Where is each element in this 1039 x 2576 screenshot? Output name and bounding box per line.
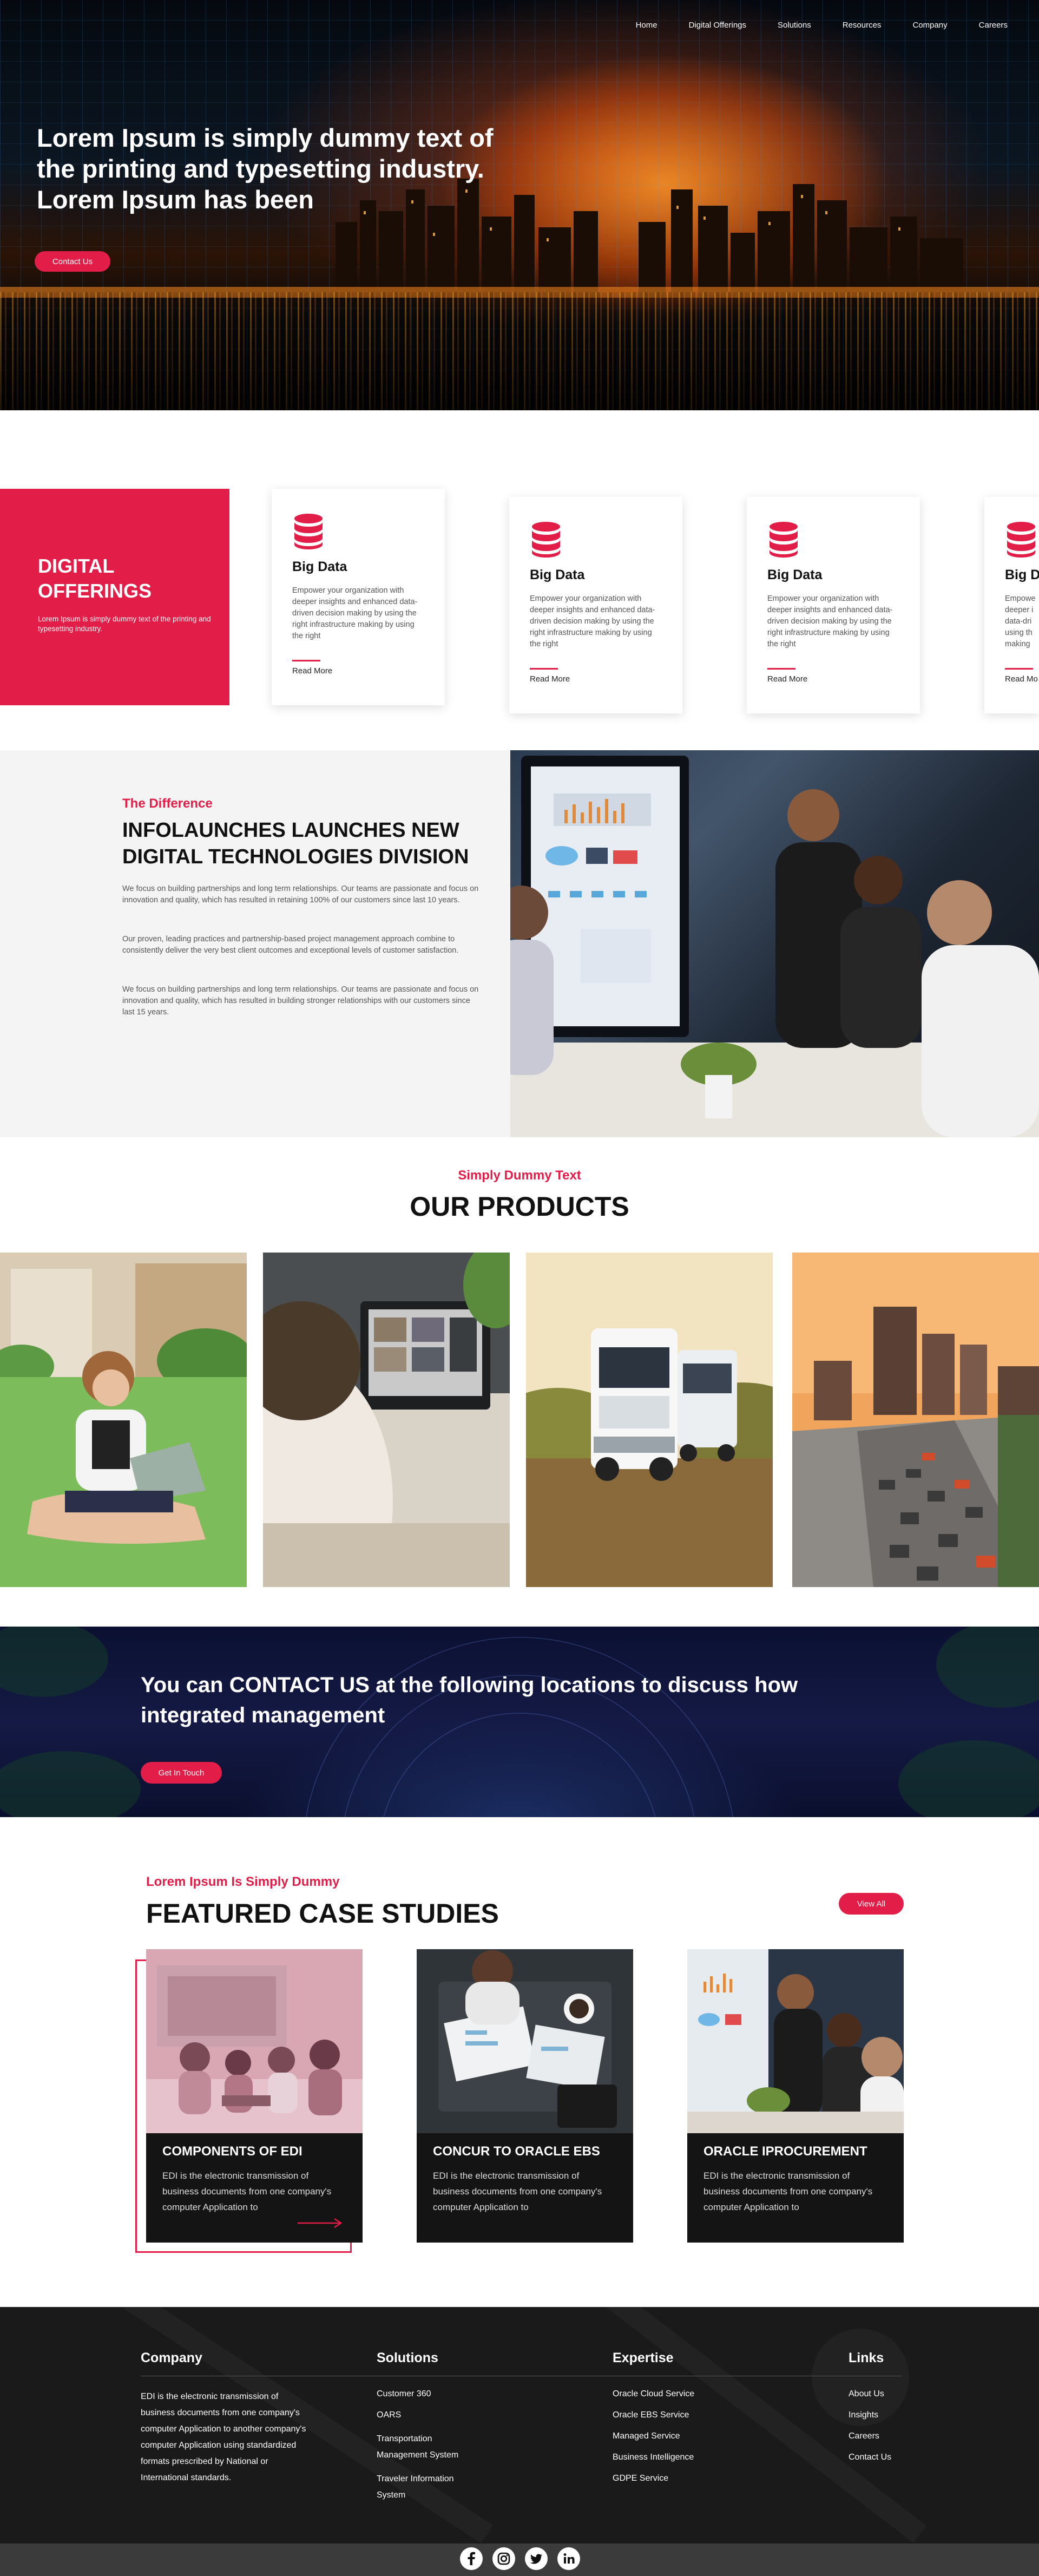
- offering-card-title: Big Data: [530, 567, 585, 582]
- products-title: OUR PRODUCTS: [410, 1191, 629, 1222]
- arrow-right-icon[interactable]: [298, 2218, 343, 2228]
- case-study-image: [146, 1949, 363, 2133]
- case-study-card[interactable]: CONCUR TO ORACLE EBS EDI is the electron…: [417, 1949, 633, 2243]
- difference-paragraph: We focus on building partnerships and lo…: [122, 884, 479, 904]
- database-icon: [532, 522, 560, 558]
- difference-title: INFOLAUNCHES LAUNCHES NEW DIGITAL TECHNO…: [122, 819, 469, 868]
- offering-card[interactable]: Big Data Empower your organization with …: [747, 497, 920, 713]
- read-more-link[interactable]: Read Mo: [1005, 674, 1038, 684]
- footer-expertise-column: Expertise Oracle Cloud Service Oracle EB…: [613, 2350, 775, 2484]
- footer-company-text: EDI is the electronic transmission of bu…: [141, 2392, 306, 2482]
- products-subtitle: Simply Dummy Text: [458, 1168, 581, 1183]
- get-in-touch-button[interactable]: Get In Touch: [141, 1762, 222, 1784]
- case-study-text: EDI is the electronic transmission of bu…: [703, 2171, 873, 2212]
- case-studies-subtitle: Lorem Ipsum Is Simply Dummy: [146, 1874, 340, 1889]
- case-study-image: [417, 1949, 633, 2133]
- read-more-link[interactable]: Read More: [292, 666, 332, 676]
- nav-digital-offerings[interactable]: Digital Offerings: [689, 21, 746, 30]
- footer: Company EDI is the electronic transmissi…: [0, 2307, 1039, 2544]
- card-divider: [767, 668, 795, 670]
- nav-company[interactable]: Company: [912, 21, 947, 30]
- contact-band-section: You can CONTACT US at the following loca…: [0, 1627, 1039, 1817]
- twitter-icon[interactable]: [525, 2547, 548, 2570]
- contact-band-title: You can CONTACT US at the following loca…: [141, 1673, 798, 1727]
- offerings-title: DIGITAL OFFERINGS: [38, 555, 152, 602]
- footer-expertise-title: Expertise: [613, 2350, 674, 2365]
- footer-solutions-title: Solutions: [377, 2350, 438, 2365]
- offering-card-text: Empower your organization with deeper in…: [767, 594, 893, 648]
- product-image-trucks[interactable]: [526, 1253, 773, 1587]
- footer-link[interactable]: Oracle EBS Service: [613, 2410, 775, 2421]
- footer-links-column: Links About Us Insights Careers Contact …: [849, 2350, 957, 2463]
- footer-link[interactable]: OARS: [377, 2410, 539, 2421]
- case-study-card[interactable]: ORACLE IPROCUREMENT EDI is the electroni…: [687, 1949, 904, 2243]
- instagram-icon[interactable]: [492, 2547, 515, 2570]
- footer-links-title: Links: [849, 2350, 884, 2365]
- offering-card-title: Big Data: [292, 559, 347, 574]
- database-icon: [770, 522, 798, 558]
- case-study-text: EDI is the electronic transmission of bu…: [433, 2171, 602, 2212]
- offering-card[interactable]: Big Data Empower your organization with …: [272, 489, 445, 705]
- footer-link[interactable]: Business Intelligence: [613, 2452, 775, 2463]
- footer-link[interactable]: About Us: [849, 2389, 957, 2400]
- offering-card-partial[interactable]: Big Da Empowe deeper i data-dri using th…: [984, 497, 1039, 713]
- nav-resources[interactable]: Resources: [843, 21, 882, 30]
- read-more-link[interactable]: Read More: [530, 674, 570, 684]
- offering-card-text: Empower your organization with deeper in…: [292, 586, 418, 640]
- offering-card[interactable]: Big Data Empower your organization with …: [509, 497, 682, 713]
- offering-card-text: Empower your organization with deeper in…: [530, 594, 655, 648]
- footer-link[interactable]: Transportation Management System: [377, 2431, 479, 2463]
- nav-home[interactable]: Home: [636, 21, 657, 30]
- database-icon: [1007, 522, 1035, 558]
- footer-link[interactable]: Careers: [849, 2431, 957, 2442]
- card-divider: [292, 660, 320, 661]
- social-bar: [0, 2544, 1039, 2576]
- linkedin-icon[interactable]: [557, 2547, 580, 2570]
- nav-careers[interactable]: Careers: [979, 21, 1008, 30]
- facebook-icon[interactable]: [460, 2547, 483, 2570]
- product-image-city-traffic[interactable]: [792, 1253, 1039, 1587]
- read-more-link[interactable]: Read More: [767, 674, 807, 684]
- case-study-title: CONCUR TO ORACLE EBS: [433, 2144, 600, 2159]
- difference-paragraph: Our proven, leading practices and partne…: [122, 935, 459, 955]
- offering-card-text: Empowe deeper i data-dri using th making: [1005, 594, 1036, 648]
- footer-company-column: Company EDI is the electronic transmissi…: [141, 2350, 319, 2486]
- difference-paragraph: We focus on building partnerships and lo…: [122, 985, 479, 1017]
- business-meeting-photo: [510, 750, 1039, 1137]
- database-icon: [294, 514, 323, 549]
- contact-us-button[interactable]: Contact Us: [35, 251, 110, 272]
- footer-link[interactable]: Managed Service: [613, 2431, 775, 2442]
- footer-link[interactable]: Insights: [849, 2410, 957, 2421]
- case-study-text: EDI is the electronic transmission of bu…: [162, 2171, 332, 2212]
- difference-subtitle: The Difference: [122, 796, 213, 811]
- product-image-laptop-photos[interactable]: [263, 1253, 510, 1587]
- offering-card-title: Big Da: [1005, 567, 1039, 582]
- top-navigation: Home Digital Offerings Solutions Resourc…: [604, 21, 1008, 30]
- case-study-title: ORACLE IPROCUREMENT: [703, 2144, 867, 2159]
- footer-link[interactable]: Traveler Information System: [377, 2471, 463, 2503]
- nav-solutions[interactable]: Solutions: [778, 21, 811, 30]
- footer-solutions-column: Solutions Customer 360 OARS Transportati…: [377, 2350, 539, 2503]
- hero-section: Home Digital Offerings Solutions Resourc…: [0, 0, 1039, 410]
- footer-link[interactable]: GDPE Service: [613, 2473, 775, 2484]
- footer-link[interactable]: Customer 360: [377, 2389, 539, 2400]
- case-study-card[interactable]: COMPONENTS OF EDI EDI is the electronic …: [146, 1949, 363, 2243]
- footer-company-title: Company: [141, 2350, 202, 2365]
- offerings-intro-panel: DIGITAL OFFERINGS Lorem Ipsum is simply …: [0, 489, 229, 705]
- product-image-woman-laptop[interactable]: [0, 1253, 247, 1587]
- footer-link[interactable]: Oracle Cloud Service: [613, 2389, 775, 2400]
- case-study-image: [687, 1949, 904, 2133]
- card-divider: [530, 668, 558, 670]
- case-study-title: COMPONENTS OF EDI: [162, 2144, 303, 2159]
- footer-link[interactable]: Contact Us: [849, 2452, 957, 2463]
- case-studies-title: FEATURED CASE STUDIES: [146, 1898, 499, 1929]
- view-all-button[interactable]: View All: [839, 1893, 904, 1915]
- hero-title: Lorem Ipsum is simply dummy text of the …: [37, 123, 494, 214]
- offerings-text: Lorem Ipsum is simply dummy text of the …: [38, 615, 211, 633]
- card-divider: [1005, 668, 1033, 670]
- offering-card-title: Big Data: [767, 567, 823, 582]
